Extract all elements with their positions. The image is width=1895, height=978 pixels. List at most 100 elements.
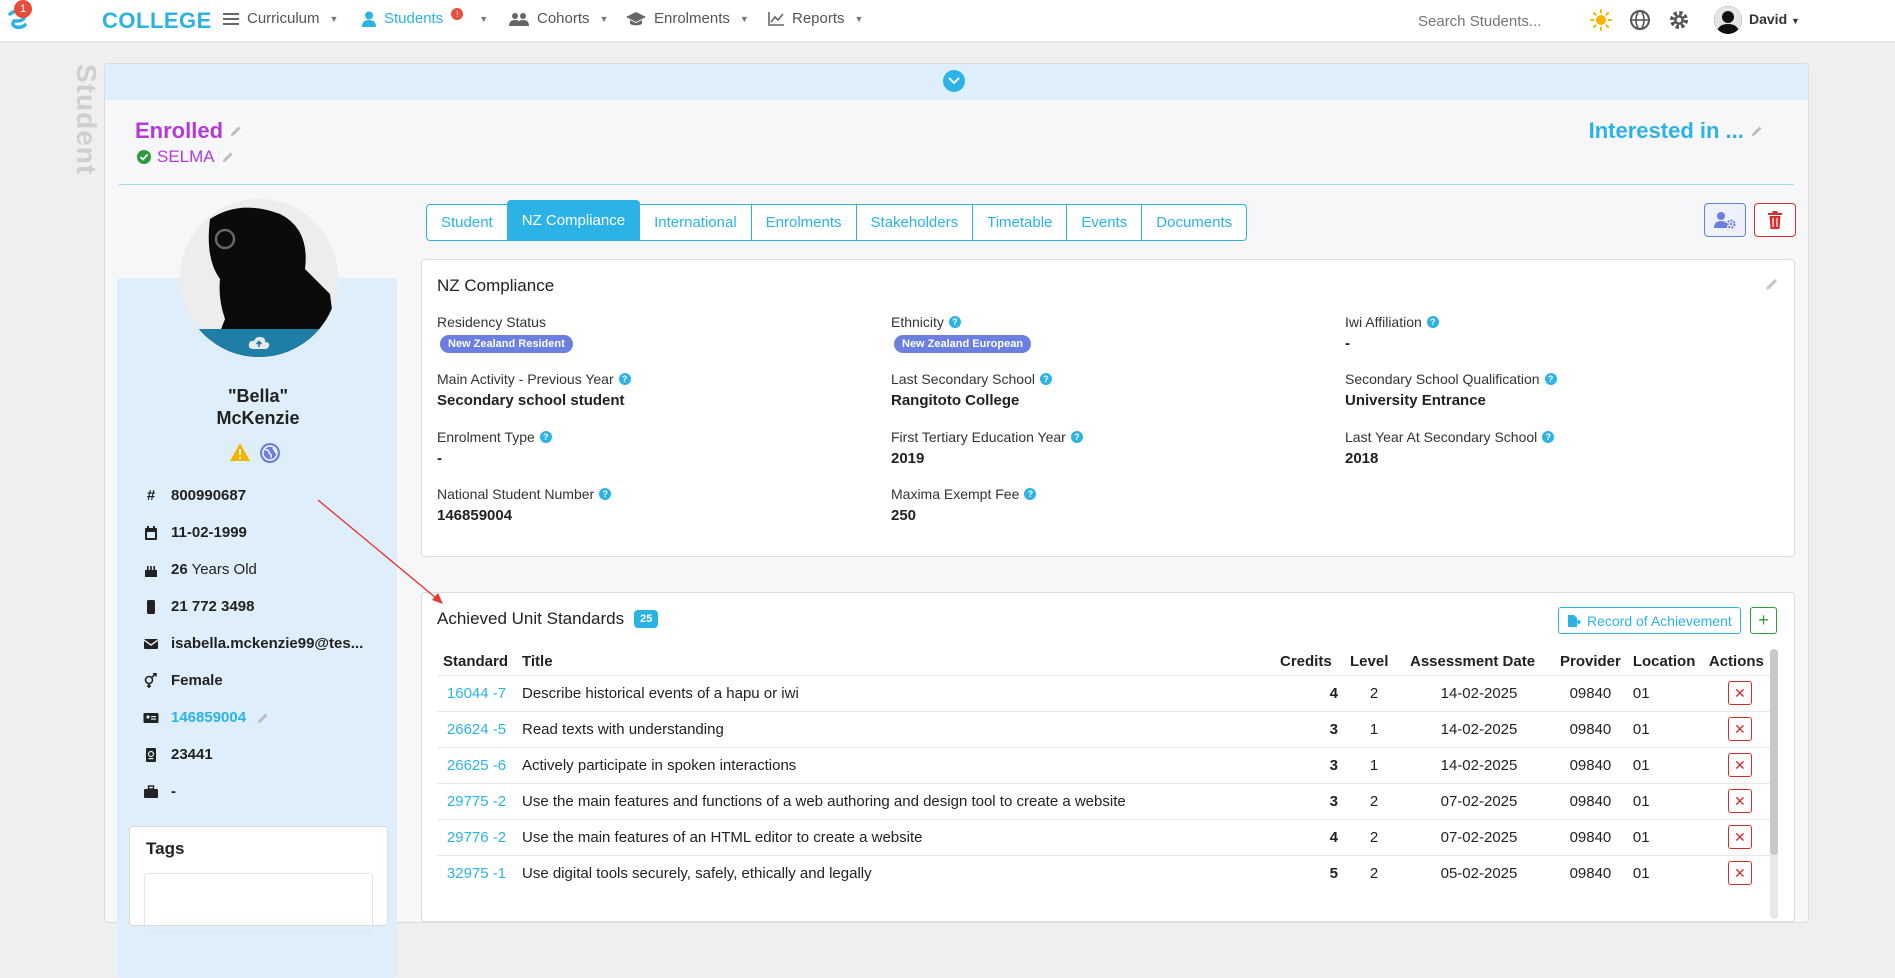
standard-link[interactable]: 29775 -2 (437, 782, 516, 819)
maxima-label: Maxima Exempt Fee (891, 486, 1020, 502)
selma-status[interactable]: SELMA (137, 147, 235, 167)
actions-cell: ✕ (1702, 674, 1777, 711)
pencil-icon[interactable] (229, 124, 243, 138)
standard-link[interactable]: 29776 -2 (437, 818, 516, 855)
tab-student[interactable]: Student (426, 204, 508, 241)
last-year-school-field: Last Year At Secondary School? 2018 (1345, 429, 1555, 467)
standard-link[interactable]: 32975 -1 (437, 854, 516, 891)
remove-button[interactable]: ✕ (1727, 681, 1752, 705)
profile-photo[interactable] (180, 199, 338, 357)
column-header[interactable]: Title (516, 649, 1274, 675)
record-of-achievement-button[interactable]: Record of Achievement (1558, 607, 1741, 634)
help-icon[interactable]: ? (618, 373, 631, 385)
tab-international[interactable]: International (639, 204, 752, 241)
pencil-icon[interactable] (1750, 124, 1764, 138)
user-menu[interactable]: David ▼ (1749, 11, 1800, 27)
remove-button[interactable]: ✕ (1727, 825, 1752, 849)
help-icon[interactable]: ? (599, 488, 612, 500)
remove-button[interactable]: ✕ (1727, 753, 1752, 777)
top-nav: 1 COLLEGE Curriculum ▼ Students ! ▼ Coho… (0, 0, 1895, 42)
interested-in[interactable]: Interested in ... (1589, 118, 1764, 144)
user-settings-button[interactable] (1704, 203, 1746, 237)
delete-student-button[interactable] (1754, 203, 1796, 237)
student-tabs: Student NZ Compliance International Enro… (426, 200, 1248, 241)
help-icon[interactable]: ? (539, 431, 552, 443)
user-avatar[interactable] (1714, 6, 1742, 34)
scrollbar-thumb[interactable] (1770, 649, 1778, 855)
trash-icon (1768, 211, 1782, 229)
table-row: 32975 -1 Use digital tools securely, saf… (437, 854, 1777, 891)
nav-cohorts[interactable]: Cohorts ▼ (509, 10, 608, 27)
tab-events[interactable]: Events (1066, 204, 1143, 241)
nav-students[interactable]: Students ! ▼ (362, 7, 488, 27)
help-icon[interactable]: ? (1024, 488, 1037, 500)
notification-badge[interactable]: 1 (14, 0, 32, 18)
level: 2 (1344, 818, 1404, 855)
enrolment-type-field: Enrolment Type? - (437, 429, 552, 467)
nsn-label: National Student Number (437, 486, 595, 502)
level: 2 (1344, 854, 1404, 891)
remove-button[interactable]: ✕ (1727, 861, 1752, 886)
nav-students-label: Students (384, 10, 444, 27)
table-scrollbar[interactable] (1770, 649, 1778, 919)
add-unit-standard-button[interactable]: + (1750, 607, 1777, 634)
help-icon[interactable]: ? (1542, 431, 1555, 443)
pencil-icon[interactable] (256, 711, 270, 725)
tab-stakeholders[interactable]: Stakeholders (855, 204, 974, 241)
gear-icon[interactable] (1668, 9, 1690, 31)
profile-badges (229, 442, 281, 464)
last-school-value: Rangitoto College (891, 392, 1020, 409)
provider: 09840 (1554, 782, 1627, 819)
standard-link[interactable]: 16044 -7 (437, 674, 516, 711)
collapse-toggle-button[interactable] (943, 70, 965, 92)
passport-row: 23441 (143, 746, 213, 763)
globe-badge-icon[interactable] (259, 442, 281, 464)
assessment-date: 05-02-2025 (1404, 854, 1554, 891)
id-card-icon (143, 712, 159, 723)
ethnicity-badge: New Zealand European (894, 335, 1032, 353)
interested-label: Interested in ... (1588, 118, 1744, 143)
record-of-achievement-label: Record of Achievement (1587, 612, 1732, 629)
nav-reports[interactable]: Reports ▼ (768, 10, 863, 27)
column-header[interactable]: Credits (1274, 649, 1344, 675)
tab-timetable[interactable]: Timetable (972, 204, 1068, 241)
upload-photo-button[interactable] (180, 329, 338, 357)
standard-link[interactable]: 26625 -6 (437, 746, 516, 783)
nav-curriculum-label: Curriculum (247, 10, 320, 27)
enrolment-status[interactable]: Enrolled (135, 118, 243, 144)
pencil-icon[interactable] (1764, 276, 1780, 292)
column-header[interactable]: Standard (437, 649, 516, 675)
pencil-icon[interactable] (221, 150, 235, 164)
warning-icon[interactable] (229, 442, 251, 462)
user-name: David (1749, 11, 1788, 27)
email-address[interactable]: isabella.mckenzie99@tes... (171, 635, 363, 652)
help-icon[interactable]: ? (1544, 373, 1557, 385)
search-input[interactable] (1408, 7, 1588, 35)
tab-documents[interactable]: Documents (1141, 204, 1248, 241)
standard-title: Use digital tools securely, safely, ethi… (516, 854, 1274, 891)
standard-title: Use the main features and functions of a… (516, 782, 1274, 819)
column-header[interactable]: Level (1344, 649, 1404, 675)
standard-link[interactable]: 26624 -5 (437, 710, 516, 747)
tab-nz-compliance[interactable]: NZ Compliance (506, 200, 641, 241)
caret-down-icon: ▼ (599, 13, 609, 24)
brand-name[interactable]: COLLEGE (102, 8, 212, 34)
globe-icon[interactable] (1629, 9, 1651, 31)
table-row: 16044 -7 Describe historical events of a… (437, 674, 1777, 711)
main-activity-field: Main Activity - Previous Year? Secondary… (437, 371, 631, 409)
column-header[interactable]: Assessment Date (1404, 649, 1554, 675)
column-header[interactable]: Provider (1554, 649, 1627, 675)
nsn-link[interactable]: 146859004 (171, 709, 246, 726)
tab-enrolments[interactable]: Enrolments (750, 204, 857, 241)
column-header[interactable]: Location (1627, 649, 1703, 675)
help-icon[interactable]: ? (1039, 373, 1052, 385)
nav-curriculum[interactable]: Curriculum ▼ (223, 10, 338, 27)
sun-icon[interactable] (1590, 9, 1612, 31)
help-icon[interactable]: ? (1426, 316, 1439, 328)
remove-button[interactable]: ✕ (1727, 789, 1752, 813)
help-icon[interactable]: ? (948, 316, 961, 328)
nav-enrolments[interactable]: Enrolments ▼ (626, 10, 749, 27)
remove-button[interactable]: ✕ (1727, 717, 1752, 741)
help-icon[interactable]: ? (1070, 431, 1083, 443)
tags-input[interactable] (144, 873, 373, 933)
